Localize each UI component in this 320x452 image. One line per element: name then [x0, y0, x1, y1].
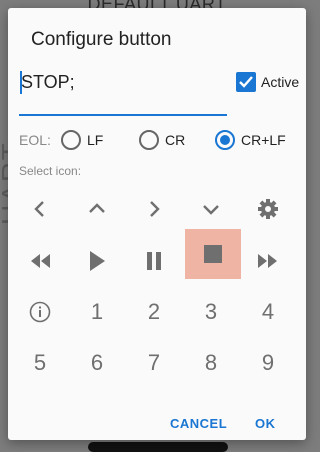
- dialog-actions: CANCEL OK: [8, 400, 306, 440]
- number-8-icon[interactable]: 8: [184, 338, 238, 388]
- chevron-left-icon[interactable]: [13, 184, 67, 234]
- command-input-value: STOP;: [21, 72, 75, 92]
- ok-button[interactable]: OK: [255, 416, 276, 431]
- gear-icon[interactable]: [241, 184, 295, 234]
- play-icon[interactable]: [70, 236, 124, 286]
- eol-label: EOL:: [19, 132, 51, 148]
- stop-icon[interactable]: [185, 229, 241, 279]
- checkmark-icon: [239, 76, 253, 88]
- pause-icon[interactable]: [127, 236, 181, 286]
- select-icon-label: Select icon:: [19, 164, 82, 178]
- active-label: Active: [261, 74, 300, 90]
- number-2-icon[interactable]: 2: [127, 287, 181, 337]
- navigation-bar-pill: [88, 442, 228, 452]
- eol-radio-group: EOL: LF CR CR+LF: [19, 128, 299, 154]
- fast-forward-icon[interactable]: [241, 236, 295, 286]
- rewind-icon[interactable]: [13, 236, 67, 286]
- number-5-icon[interactable]: 5: [13, 338, 67, 388]
- eol-radio-lf[interactable]: [61, 130, 81, 150]
- chevron-right-icon[interactable]: [127, 184, 181, 234]
- number-3-icon[interactable]: 3: [184, 287, 238, 337]
- cancel-button[interactable]: CANCEL: [170, 416, 227, 431]
- chevron-down-icon[interactable]: [184, 184, 238, 234]
- eol-radio-cr[interactable]: [139, 130, 159, 150]
- info-icon[interactable]: [13, 287, 67, 337]
- number-9-icon[interactable]: 9: [241, 338, 295, 388]
- eol-option-lf-label: LF: [87, 132, 104, 148]
- number-6-icon[interactable]: 6: [70, 338, 124, 388]
- dialog-title: Configure button: [31, 29, 172, 50]
- active-checkbox[interactable]: [236, 72, 256, 92]
- eol-radio-crlf[interactable]: [215, 130, 235, 150]
- chevron-up-icon[interactable]: [70, 184, 124, 234]
- configure-button-dialog: Configure button STOP; Active EOL: LF CR…: [8, 8, 306, 440]
- eol-option-crlf-label: CR+LF: [241, 132, 286, 148]
- number-4-icon[interactable]: 4: [241, 287, 295, 337]
- command-input[interactable]: STOP;: [19, 68, 227, 116]
- number-1-icon[interactable]: 1: [70, 287, 124, 337]
- number-7-icon[interactable]: 7: [127, 338, 181, 388]
- eol-option-cr-label: CR: [165, 132, 186, 148]
